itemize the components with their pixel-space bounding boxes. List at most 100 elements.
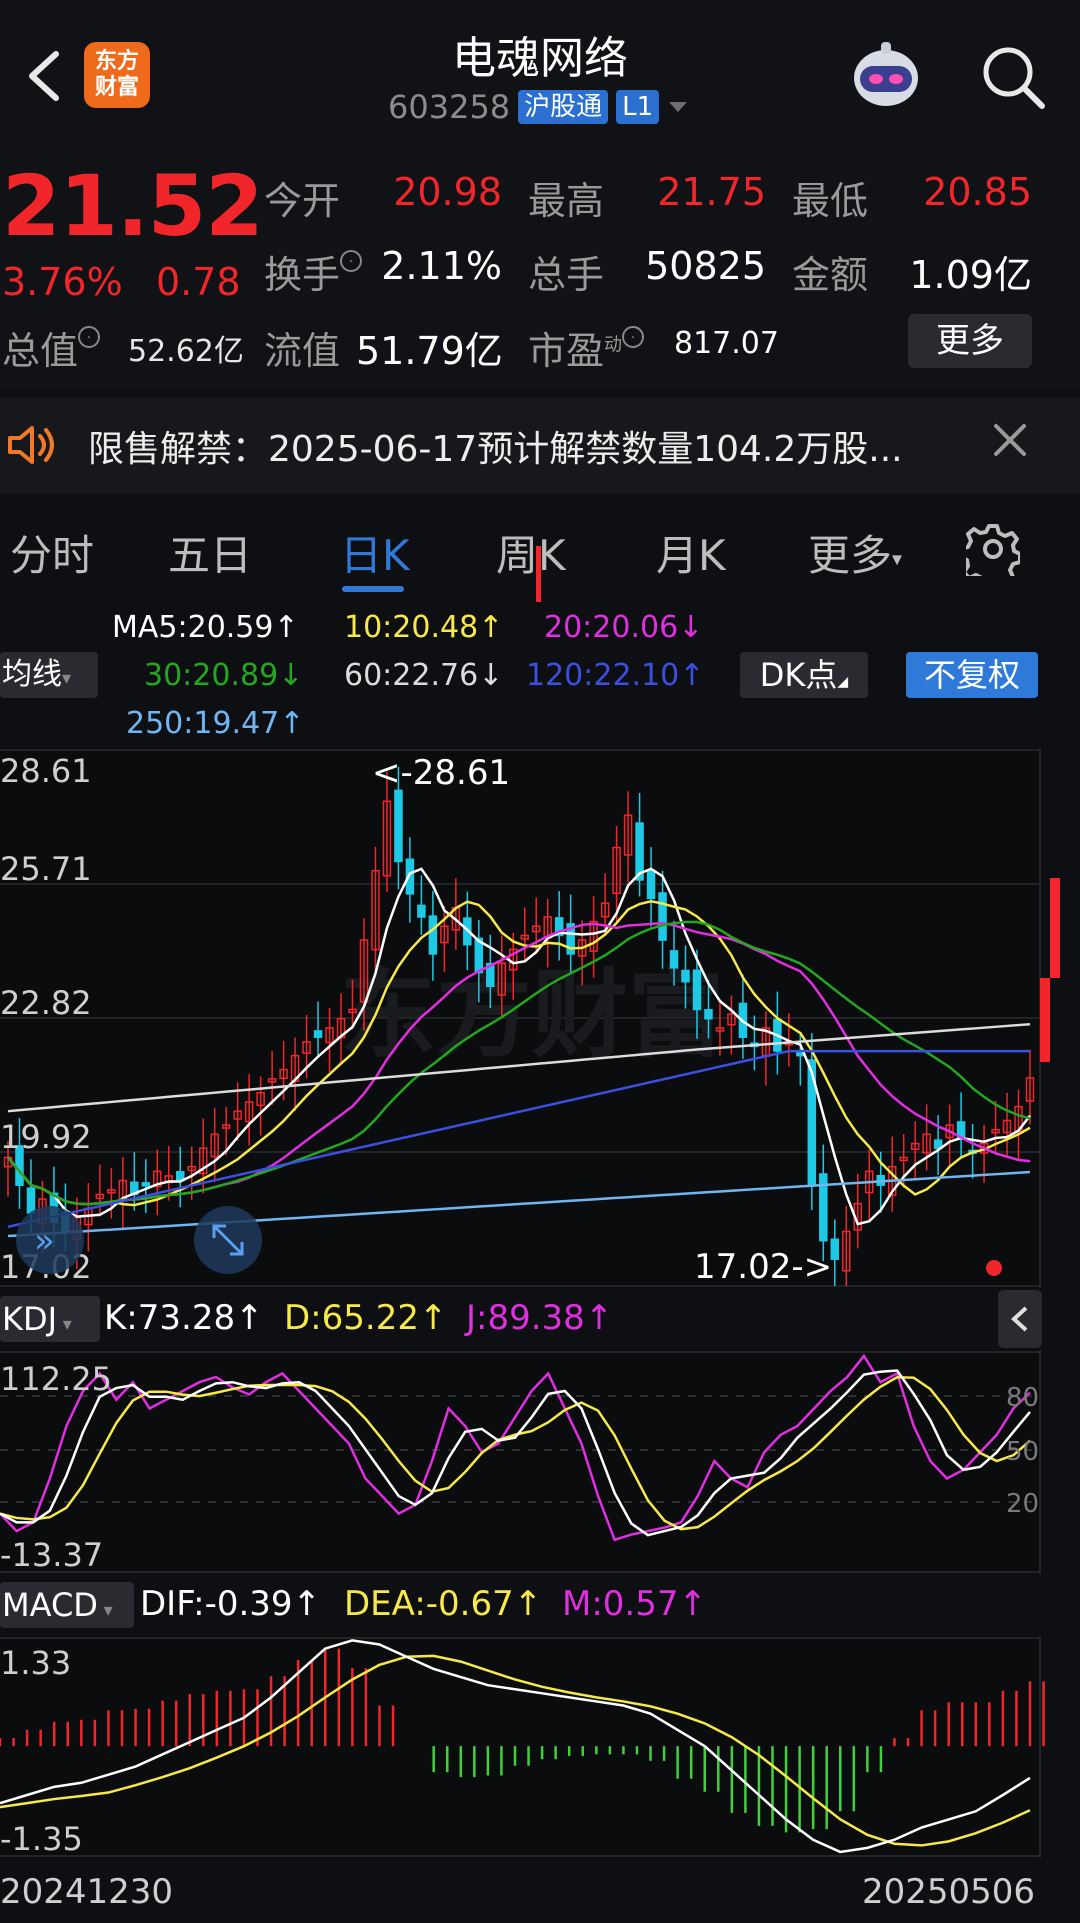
y-label-4: 19.92	[0, 1118, 92, 1156]
tab-daily-k[interactable]: 日K	[340, 522, 410, 583]
volume-value: 50825	[645, 244, 766, 288]
active-tab-indicator	[342, 586, 404, 592]
candle-body	[681, 969, 690, 983]
total-mv-label-text: 总值	[2, 329, 79, 373]
ma30-label: 30:20.89↓	[144, 658, 304, 693]
stock-code-row: 603258 沪股通 L1	[388, 88, 689, 126]
ma-dropdown[interactable]: 均线▾	[0, 652, 98, 698]
tab-five-day[interactable]: 五日	[168, 522, 252, 583]
caret-down-icon: ▾	[62, 668, 72, 689]
open-label: 今开	[264, 179, 341, 223]
info-icon[interactable]: ·	[78, 326, 101, 348]
total-mv-value: 52.62亿	[128, 334, 244, 369]
total-mv-label[interactable]: 总值 ·	[2, 320, 101, 375]
double-chevron-icon: »	[34, 1221, 55, 1261]
candle-body	[646, 869, 656, 900]
kdj-dropdown-label: KDJ	[2, 1300, 58, 1338]
candle-body	[26, 1187, 36, 1214]
gear-icon[interactable]	[966, 522, 1020, 576]
kdj-level-20: 20	[1006, 1489, 1039, 1519]
candle-body	[658, 892, 667, 941]
dk-point-button[interactable]: DK点◢	[740, 652, 868, 698]
kdj-level-80: 80	[1006, 1383, 1039, 1413]
caret-down-icon: ▾	[97, 1600, 113, 1621]
exchange-tag[interactable]: 沪股通	[518, 90, 609, 124]
dk-point-label: DK点	[759, 656, 838, 694]
macd-dropdown-label: MACD	[2, 1586, 98, 1624]
macd-dea-value: DEA:-0.67↑	[344, 1584, 543, 1624]
candlestick-chart[interactable]: 东方财富 28.61 25.71 22.82 19.92 17.02 <-28.…	[0, 748, 1060, 1288]
no-adjust-button[interactable]: 不复权	[906, 652, 1038, 698]
macd-y-top: 1.33	[0, 1644, 71, 1682]
chevron-down-icon[interactable]	[667, 100, 689, 114]
low-label: 最低	[792, 179, 869, 223]
speaker-icon	[8, 426, 54, 464]
tab-more[interactable]: 更多▾	[808, 522, 902, 583]
tab-monthly-k[interactable]: 月K	[656, 522, 726, 583]
robot-assistant-icon[interactable]	[848, 38, 924, 114]
kdj-y-bottom: -13.37	[0, 1536, 103, 1574]
start-date: 20241230	[0, 1872, 174, 1912]
caret-down-icon: ▾	[892, 546, 903, 571]
pe-label-text: 市盈	[528, 329, 605, 373]
collapse-panel-button[interactable]	[998, 1290, 1042, 1348]
kdj-j-value: J:89.38↑	[466, 1298, 614, 1338]
float-mv-label: 流值	[264, 329, 341, 373]
more-quote-button[interactable]: 更多	[908, 314, 1032, 368]
kdj-y-top: 112.25	[0, 1360, 112, 1398]
pe-value: 817.07	[674, 326, 779, 361]
info-icon[interactable]: ·	[622, 326, 645, 348]
turnover-value: 2.11%	[381, 244, 502, 288]
search-icon[interactable]	[978, 42, 1048, 112]
change-percent: 3.76%	[2, 260, 123, 304]
level-tag[interactable]: L1	[616, 90, 660, 124]
high-value: 21.75	[657, 170, 766, 214]
candle-body	[417, 904, 426, 918]
tab-intraday[interactable]: 分时	[10, 522, 94, 583]
ma120-label: 120:22.10↑	[526, 658, 705, 693]
info-icon[interactable]: ·	[340, 250, 363, 272]
ma20-label: 20:20.06↓	[544, 610, 704, 645]
turnover-label-text: 换手	[264, 253, 341, 297]
ma60-label: 60:22.76↓	[344, 658, 504, 693]
last-price: 21.52	[2, 157, 264, 255]
stock-code: 603258	[388, 88, 511, 126]
kdj-d-value: D:65.22↑	[284, 1298, 448, 1338]
macd-chart[interactable]: 1.33 -1.35	[0, 1636, 1060, 1858]
candle-body	[394, 789, 403, 863]
pe-label[interactable]: 市盈动 ·	[528, 320, 645, 375]
y-label-3: 22.82	[0, 984, 92, 1022]
close-icon[interactable]	[990, 420, 1030, 460]
ma250-label: 250:19.47↑	[126, 706, 305, 741]
macd-dif-value: DIF:-0.39↑	[140, 1584, 322, 1624]
y-label-top: 28.61	[0, 752, 92, 790]
ma-dropdown-label: 均线	[2, 657, 62, 692]
kdj-chart[interactable]: 112.25 -13.37 80 50 20	[0, 1350, 1060, 1574]
macd-dropdown[interactable]: MACD ▾	[0, 1582, 134, 1628]
volume-label: 总手	[528, 253, 605, 297]
kdj-dropdown[interactable]: KDJ ▾	[0, 1296, 100, 1342]
pe-superscript: 动	[604, 334, 623, 356]
corner-icon: ◢	[837, 674, 849, 690]
change-amount: 0.78	[156, 260, 241, 304]
candle-body	[428, 915, 438, 955]
candle-body	[313, 1030, 323, 1038]
open-value: 20.98	[393, 170, 502, 214]
ma5-label: MA5:20.59↑	[112, 610, 299, 645]
caret-down-icon: ▾	[57, 1314, 72, 1335]
high-label: 最高	[528, 179, 605, 223]
tab-weekly-k[interactable]: 周K	[496, 522, 566, 583]
candle-body	[692, 969, 702, 1011]
candle-body	[141, 1182, 151, 1187]
turnover-label[interactable]: 换手 ·	[264, 244, 363, 299]
candle-body	[669, 950, 679, 969]
float-mv-value: 51.79亿	[356, 329, 503, 373]
y-label-2: 25.71	[0, 850, 92, 888]
macd-m-value: M:0.57↑	[562, 1584, 707, 1624]
notice-text[interactable]: 限售解禁：2025-06-17预计解禁数量104.2万股...	[88, 420, 903, 472]
right-volume-bars	[1040, 878, 1060, 1062]
min-price-note: 17.02->	[694, 1247, 832, 1287]
kdj-level-50: 50	[1006, 1437, 1039, 1467]
macd-y-bottom: -1.35	[0, 1820, 83, 1858]
live-dot	[986, 1260, 1002, 1276]
